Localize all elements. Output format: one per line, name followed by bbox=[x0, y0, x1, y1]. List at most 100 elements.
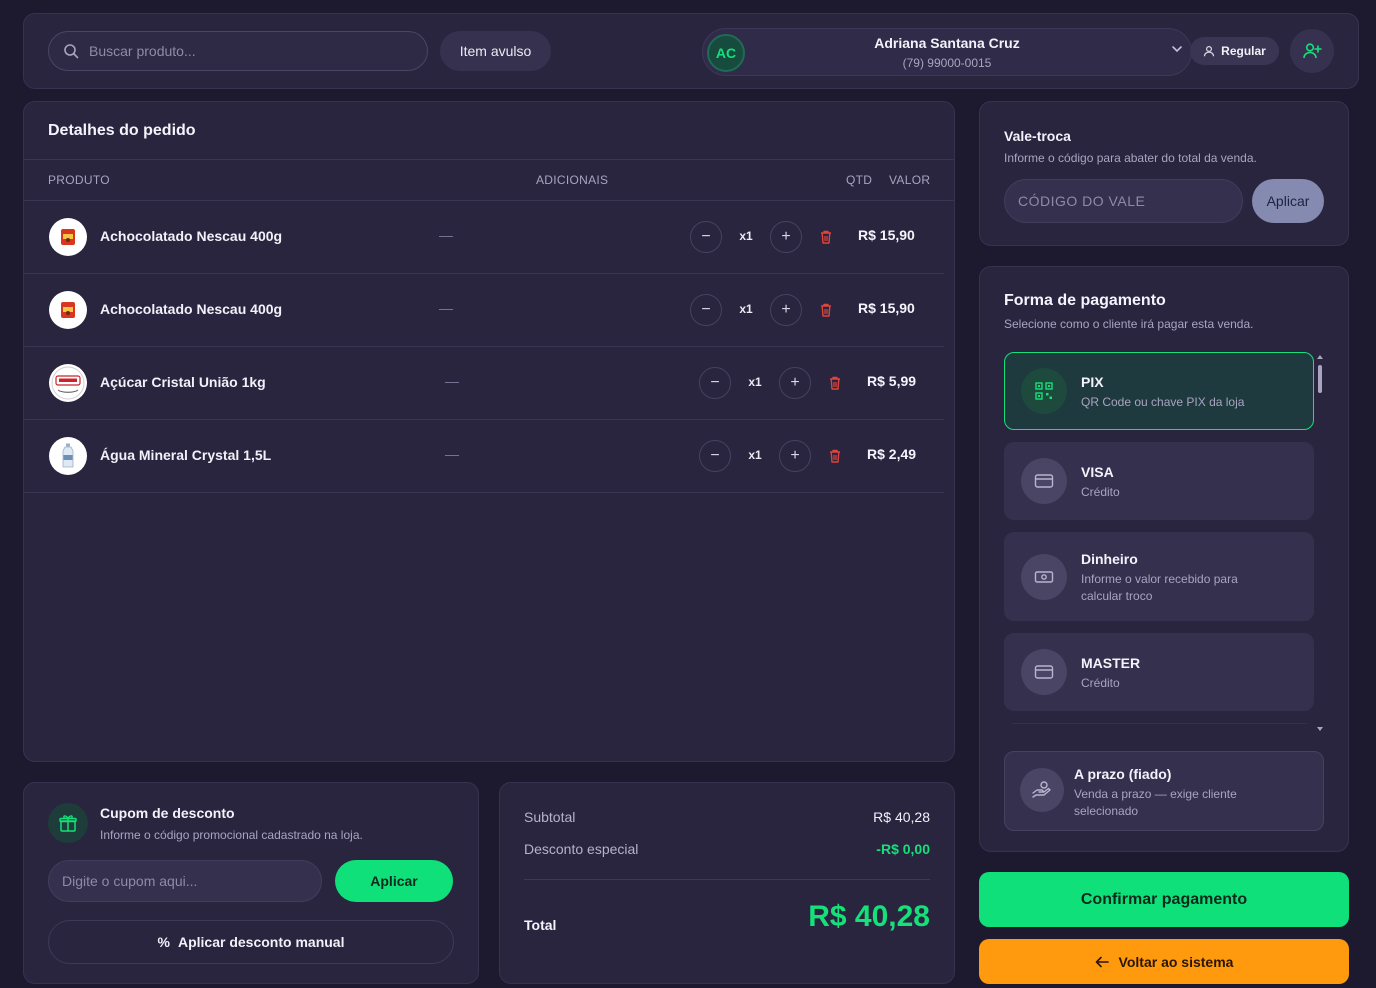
total-label: Total bbox=[524, 917, 557, 933]
decrease-qty-button[interactable]: − bbox=[699, 440, 731, 472]
order-row: Açúcar Cristal União 1kg — − x1 + R$ 5,9… bbox=[24, 347, 944, 420]
discount-value: -R$ 0,00 bbox=[876, 841, 930, 857]
increase-qty-button[interactable]: + bbox=[779, 440, 811, 472]
payment-desc: Crédito bbox=[1081, 485, 1120, 499]
add-client-button[interactable] bbox=[1290, 29, 1334, 73]
coupon-title: Cupom de desconto bbox=[100, 805, 235, 821]
confirm-payment-button[interactable]: Confirmar pagamento bbox=[979, 872, 1349, 927]
increase-qty-button[interactable]: + bbox=[770, 221, 802, 253]
discount-label: Desconto especial bbox=[524, 841, 639, 857]
order-row: Achocolatado Nescau 400g — − x1 + R$ 15,… bbox=[24, 201, 944, 274]
vale-apply-button[interactable]: Aplicar bbox=[1252, 179, 1324, 223]
scrollbar-thumb[interactable] bbox=[1318, 365, 1322, 393]
increase-qty-button[interactable]: + bbox=[779, 367, 811, 399]
search-placeholder: Buscar produto... bbox=[89, 43, 196, 59]
payment-desc: Crédito bbox=[1081, 676, 1120, 690]
client-selector[interactable]: AC Adriana Santana Cruz (79) 99000-0015 bbox=[702, 28, 1192, 76]
product-qty: x1 bbox=[748, 448, 762, 462]
payment-option-prazo[interactable]: A prazo (fiado) Venda a prazo — exige cl… bbox=[1004, 751, 1324, 831]
payment-scrollbar[interactable] bbox=[1317, 355, 1323, 733]
product-name: Achocolatado Nescau 400g bbox=[100, 228, 283, 244]
payment-option-visa[interactable]: VISA Crédito bbox=[1004, 442, 1314, 520]
qr-code-icon bbox=[1021, 368, 1067, 414]
back-to-system-button[interactable]: Voltar ao sistema bbox=[979, 939, 1349, 984]
coupon-apply-button[interactable]: Aplicar bbox=[335, 860, 453, 902]
product-price: R$ 15,90 bbox=[858, 227, 915, 243]
payment-options-list[interactable]: PIX QR Code ou chave PIX da loja VISA Cr… bbox=[1004, 352, 1316, 724]
totals-panel: Subtotal R$ 40,28 Desconto especial -R$ … bbox=[499, 782, 955, 984]
percent-icon: % bbox=[157, 934, 170, 950]
trash-icon[interactable] bbox=[819, 229, 833, 245]
product-price: R$ 5,99 bbox=[867, 373, 917, 389]
product-name: Achocolatado Nescau 400g bbox=[100, 301, 283, 317]
payment-option-master[interactable]: MASTER Crédito bbox=[1004, 633, 1314, 711]
client-phone: (79) 99000-0015 bbox=[902, 56, 992, 70]
top-bar: Buscar produto... Item avulso AC Adriana… bbox=[23, 13, 1359, 89]
subtotal-label: Subtotal bbox=[524, 809, 576, 825]
product-addons: — bbox=[445, 446, 459, 462]
vale-troca-subtitle: Informe o código para abater do total da… bbox=[1004, 151, 1257, 165]
credit-card-icon bbox=[1021, 649, 1067, 695]
payment-option-partial[interactable] bbox=[1004, 723, 1314, 724]
user-plus-icon bbox=[1303, 43, 1322, 59]
decrease-qty-button[interactable]: − bbox=[690, 294, 722, 326]
nescau-product-icon bbox=[49, 291, 87, 329]
increase-qty-button[interactable]: + bbox=[770, 294, 802, 326]
product-qty: x1 bbox=[739, 229, 753, 243]
product-addons: — bbox=[439, 300, 453, 316]
trash-icon[interactable] bbox=[828, 448, 842, 464]
trash-icon[interactable] bbox=[819, 302, 833, 318]
manual-discount-button[interactable]: % Aplicar desconto manual bbox=[48, 920, 454, 964]
order-title: Detalhes do pedido bbox=[48, 122, 196, 139]
chevron-down-icon bbox=[1172, 46, 1182, 53]
payment-option-pix[interactable]: PIX QR Code ou chave PIX da loja bbox=[1004, 352, 1314, 430]
nescau-product-icon bbox=[49, 218, 87, 256]
order-row: Água Mineral Crystal 1,5L — − x1 + R$ 2,… bbox=[24, 420, 944, 493]
scroll-down-icon[interactable] bbox=[1317, 727, 1323, 732]
vale-code-input[interactable]: CÓDIGO DO VALE bbox=[1004, 179, 1243, 223]
product-name: Açúcar Cristal União 1kg bbox=[100, 374, 266, 390]
product-addons: — bbox=[439, 227, 453, 243]
arrow-left-icon bbox=[1095, 956, 1109, 967]
search-icon bbox=[64, 44, 79, 59]
payment-name: MASTER bbox=[1081, 655, 1141, 671]
payment-option-dinheiro[interactable]: Dinheiro Informe o valor recebido para c… bbox=[1004, 532, 1314, 621]
totals-divider bbox=[524, 879, 930, 880]
payment-desc: QR Code ou chave PIX da loja bbox=[1081, 395, 1245, 409]
scroll-up-icon[interactable] bbox=[1317, 355, 1323, 360]
column-product: PRODUTO bbox=[48, 173, 110, 187]
product-qty: x1 bbox=[739, 302, 753, 316]
item-avulso-button[interactable]: Item avulso bbox=[440, 31, 551, 71]
trash-icon[interactable] bbox=[828, 375, 842, 391]
order-row: Achocolatado Nescau 400g — − x1 + R$ 15,… bbox=[24, 274, 944, 347]
product-price: R$ 15,90 bbox=[858, 300, 915, 316]
back-label: Voltar ao sistema bbox=[1118, 953, 1234, 970]
payment-subtitle: Selecione como o cliente irá pagar esta … bbox=[1004, 317, 1254, 331]
column-value: VALOR bbox=[889, 173, 931, 187]
payment-panel: Forma de pagamento Selecione como o clie… bbox=[979, 266, 1349, 852]
vale-troca-panel: Vale-troca Informe o código para abater … bbox=[979, 101, 1349, 246]
uniao-product-icon bbox=[49, 364, 87, 402]
payment-name: PIX bbox=[1081, 374, 1104, 390]
decrease-qty-button[interactable]: − bbox=[699, 367, 731, 399]
credit-card-icon bbox=[1021, 458, 1067, 504]
client-name: Adriana Santana Cruz bbox=[874, 35, 1020, 51]
user-icon bbox=[1204, 45, 1215, 57]
customer-type-badge[interactable]: Regular bbox=[1190, 37, 1279, 65]
decrease-qty-button[interactable]: − bbox=[690, 221, 722, 253]
water-bottle-icon bbox=[49, 437, 87, 475]
payment-title: Forma de pagamento bbox=[1004, 292, 1166, 309]
hand-coin-icon bbox=[1020, 768, 1064, 812]
customer-type-label: Regular bbox=[1221, 44, 1266, 58]
gift-icon bbox=[48, 803, 88, 843]
payment-desc: Informe o valor recebido para calcular t… bbox=[1081, 572, 1238, 603]
coupon-input[interactable]: Digite o cupom aqui... bbox=[48, 860, 322, 902]
column-qty: QTD bbox=[846, 173, 873, 187]
column-addons: ADICIONAIS bbox=[536, 173, 609, 187]
product-qty: x1 bbox=[748, 375, 762, 389]
product-search-input[interactable]: Buscar produto... bbox=[48, 31, 428, 71]
product-price: R$ 2,49 bbox=[867, 446, 917, 462]
payment-name: VISA bbox=[1081, 464, 1114, 480]
manual-discount-label: Aplicar desconto manual bbox=[177, 934, 345, 950]
prazo-desc: Venda a prazo — exige cliente selecionad… bbox=[1074, 787, 1237, 818]
